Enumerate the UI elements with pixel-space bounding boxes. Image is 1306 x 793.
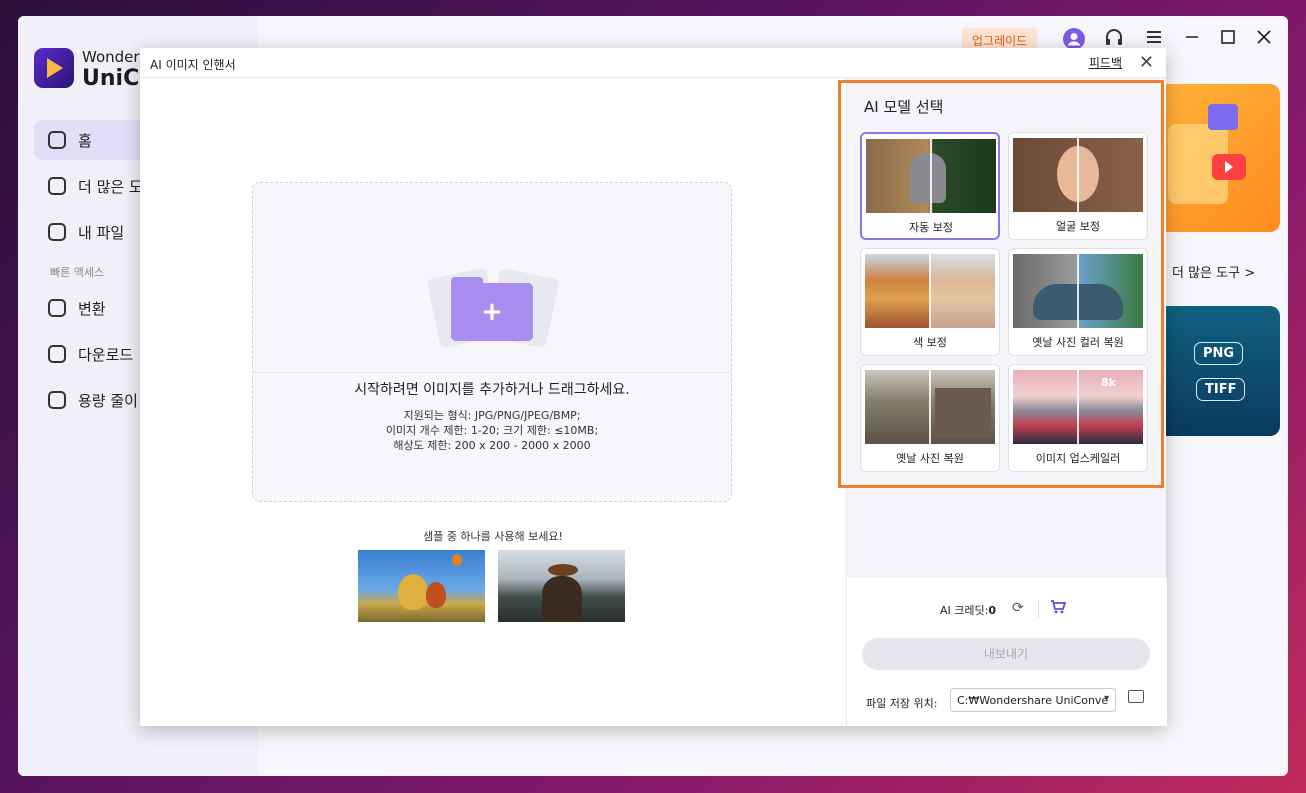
sidebar-item-label: 내 파일 <box>78 223 125 242</box>
refresh-icon[interactable]: ⟳ <box>1012 600 1024 616</box>
model-preview-image <box>865 370 995 444</box>
model-card-auto[interactable]: 자동 보정 <box>860 132 1000 240</box>
menu-icon[interactable] <box>1143 28 1165 50</box>
split-line <box>1077 254 1079 328</box>
model-preview-image <box>1013 254 1143 328</box>
model-section-title: AI 모델 선택 <box>864 98 944 116</box>
more-tools-link[interactable]: 더 많은 도구 > <box>1172 262 1255 281</box>
file-limits: 이미지 개수 제한: 1-20; 크기 제한: ≤10MB; <box>385 424 599 437</box>
desaturated-overlay <box>930 254 995 328</box>
add-icon[interactable]: + <box>451 283 533 341</box>
model-preview-image: 8k <box>1013 370 1143 444</box>
quick-access-label: 빠른 액세스 <box>50 266 105 279</box>
sidebar-item-label: 변환 <box>78 299 106 318</box>
resolution-limit: 해상도 제한: 200 x 200 - 2000 x 2000 <box>393 439 591 452</box>
convert-icon <box>48 299 66 317</box>
model-label: 색 보정 <box>913 336 947 349</box>
chevron-down-icon: ▾ <box>1103 693 1109 704</box>
compress-icon <box>48 391 66 409</box>
credits-value: 0 <box>988 604 996 617</box>
supported-formats: 지원되는 형식: JPG/PNG/JPEG/BMP; <box>403 409 581 422</box>
cart-icon[interactable] <box>1050 599 1067 619</box>
drop-instructions: 시작하려면 이미지를 추가하거나 드래그하세요. <box>354 382 630 398</box>
close-icon[interactable]: ✕ <box>1139 52 1154 73</box>
app-logo-icon <box>34 48 74 88</box>
sample-image-portrait[interactable] <box>498 550 625 622</box>
export-button[interactable]: 내보내기 <box>862 638 1150 670</box>
ai-image-enhancer-dialog: AI 이미지 인핸서 피드백 ✕ + 시작하려면 이미지를 추가하거나 드래그하… <box>140 48 1167 726</box>
model-preview-image <box>1013 138 1143 212</box>
home-icon <box>48 131 66 149</box>
split-line <box>929 370 931 444</box>
balloon-shape <box>452 554 462 566</box>
file-icon <box>48 223 66 241</box>
promo-card[interactable] <box>1158 84 1280 232</box>
divider <box>253 372 731 373</box>
sidebar-item-label: 용량 줄이 <box>78 391 138 410</box>
open-folder-icon[interactable] <box>1128 690 1144 703</box>
sample-label: 샘플 중 하나를 사용해 보세요! <box>423 530 563 543</box>
dialog-title: AI 이미지 인핸서 <box>150 58 236 72</box>
balloon-shape <box>398 574 428 610</box>
split-line <box>929 254 931 328</box>
balloon-shape <box>426 582 446 608</box>
model-label: 자동 보정 <box>909 221 953 234</box>
model-label: 얼굴 보정 <box>1056 220 1100 233</box>
model-preview-image <box>866 139 996 213</box>
model-card-old-photo-colorize[interactable]: 옛날 사진 컬러 복원 <box>1008 248 1148 356</box>
save-location-label: 파일 저장 위치: <box>866 697 938 710</box>
model-label: 이미지 업스케일러 <box>1035 452 1121 465</box>
split-line <box>930 139 932 213</box>
upscale-badge: 8k <box>1101 376 1116 389</box>
maximize-icon[interactable] <box>1217 28 1239 50</box>
sample-image-balloons[interactable] <box>358 550 485 622</box>
model-label: 옛날 사진 복원 <box>896 452 964 465</box>
format-badge: TIFF <box>1196 378 1246 401</box>
model-label: 옛날 사진 컬러 복원 <box>1032 336 1124 349</box>
brand-name: Wonders <box>82 48 148 66</box>
save-location-select[interactable]: C:₩Wondershare UniConve ▾ <box>950 688 1116 712</box>
model-preview-image <box>865 254 995 328</box>
model-card-color[interactable]: 색 보정 <box>860 248 1000 356</box>
ai-credits: AI 크레딧:0 <box>940 602 996 618</box>
save-location-value: C:₩Wondershare UniConve <box>957 694 1109 707</box>
model-card-old-photo-restore[interactable]: 옛날 사진 복원 <box>860 364 1000 472</box>
split-line <box>1077 138 1079 212</box>
sidebar-item-label: 더 많은 도 <box>78 177 143 196</box>
dialog-header: AI 이미지 인핸서 피드백 ✕ <box>140 48 1166 78</box>
hat-shape <box>548 564 578 576</box>
sidebar-item-label: 홈 <box>78 131 92 150</box>
divider <box>1038 600 1039 618</box>
person-shape <box>542 576 582 622</box>
image-drop-zone[interactable]: + 시작하려면 이미지를 추가하거나 드래그하세요. 지원되는 형식: JPG/… <box>252 182 732 502</box>
model-card-upscaler[interactable]: 8k 이미지 업스케일러 <box>1008 364 1148 472</box>
format-card[interactable]: PNG TIFF <box>1158 306 1280 436</box>
headset-icon[interactable] <box>1103 28 1125 50</box>
close-window-icon[interactable] <box>1253 28 1275 50</box>
minimize-icon[interactable] <box>1181 28 1203 50</box>
download-icon <box>48 345 66 363</box>
credits-label: AI 크레딧: <box>940 604 989 617</box>
building-shape <box>935 388 991 438</box>
split-line <box>1077 370 1079 444</box>
model-card-face[interactable]: 얼굴 보정 <box>1008 132 1148 240</box>
sidebar-item-label: 다운로드 <box>78 345 134 364</box>
feedback-link[interactable]: 피드백 <box>1089 54 1122 71</box>
toolbox-icon <box>48 177 66 195</box>
cat-shape <box>910 153 946 203</box>
format-badge: PNG <box>1194 342 1244 365</box>
account-icon[interactable] <box>1063 28 1085 50</box>
